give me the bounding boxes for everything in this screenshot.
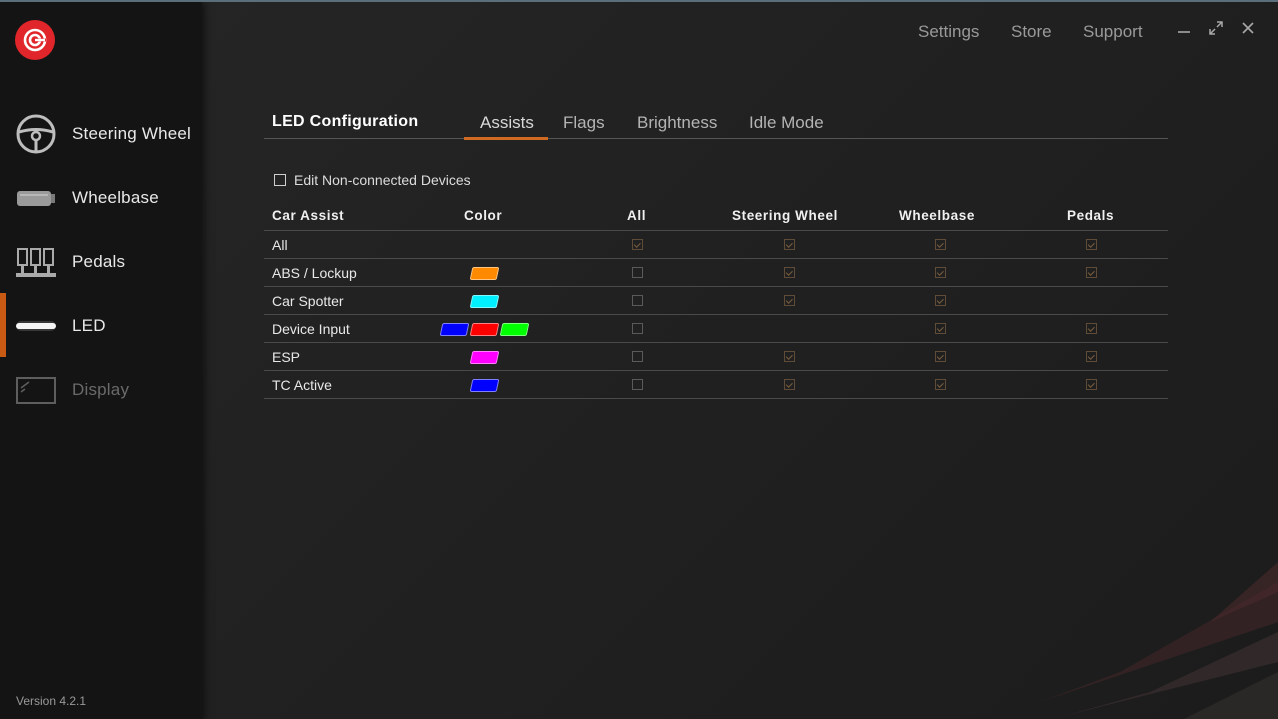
color-swatch[interactable] xyxy=(499,323,530,336)
table-row: Device Input xyxy=(264,315,1168,343)
checkbox-steering-wheel[interactable] xyxy=(784,295,795,306)
assist-name: ABS / Lockup xyxy=(272,265,357,281)
checkbox-pedals[interactable] xyxy=(1086,379,1097,390)
column-header-color: Color xyxy=(464,208,503,223)
assist-name: Car Spotter xyxy=(272,293,344,309)
close-icon xyxy=(1242,22,1254,34)
maximize-button[interactable] xyxy=(1206,18,1226,38)
checkbox-all[interactable] xyxy=(632,351,643,362)
background-stripes-decoration xyxy=(1040,562,1278,719)
checkbox-pedals[interactable] xyxy=(1086,239,1097,250)
color-swatch[interactable] xyxy=(469,351,500,364)
tab-idle-mode[interactable]: Idle Mode xyxy=(749,113,824,133)
sidebar-item-label: Steering Wheel xyxy=(72,124,192,143)
column-header-car-assist: Car Assist xyxy=(272,208,345,223)
sidebar-item-led[interactable]: LED xyxy=(0,293,202,357)
edit-noncon-devices-checkbox[interactable] xyxy=(274,174,286,186)
checkbox-pedals[interactable] xyxy=(1086,267,1097,278)
column-header-pedals: Pedals xyxy=(1067,208,1115,223)
brand-logo-icon[interactable] xyxy=(15,20,55,60)
display-icon xyxy=(15,369,57,411)
checkbox-wheelbase[interactable] xyxy=(935,351,946,362)
edit-noncon-devices-option[interactable]: Edit Non-connected Devices xyxy=(274,172,471,188)
panel-title: LED Configuration xyxy=(272,113,419,130)
color-swatch[interactable] xyxy=(469,295,500,308)
edit-noncon-devices-label: Edit Non-connected Devices xyxy=(294,172,471,188)
store-link[interactable]: Store xyxy=(1011,22,1052,42)
checkbox-all[interactable] xyxy=(632,295,643,306)
checkbox-pedals[interactable] xyxy=(1086,323,1097,334)
sidebar-item-steering-wheel[interactable]: Steering Wheel xyxy=(0,104,202,164)
active-tab-underline xyxy=(464,137,548,140)
checkbox-pedals[interactable] xyxy=(1086,351,1097,362)
steering-wheel-icon xyxy=(15,113,57,155)
sidebar-item-label: Pedals xyxy=(72,252,126,271)
version-text: Version 4.2.1 xyxy=(16,694,87,708)
sidebar: Steering Wheel Wheelbase Pedals LED Disp… xyxy=(0,2,202,719)
column-header-all: All xyxy=(627,208,647,223)
checkbox-steering-wheel[interactable] xyxy=(784,267,795,278)
minimize-button[interactable] xyxy=(1174,18,1194,38)
table-row: All xyxy=(264,231,1168,259)
maximize-icon xyxy=(1209,21,1223,35)
checkbox-steering-wheel[interactable] xyxy=(784,379,795,390)
color-swatch[interactable] xyxy=(469,379,500,392)
table-row: ESP xyxy=(264,343,1168,371)
sidebar-item-pedals[interactable]: Pedals xyxy=(0,232,202,292)
checkbox-steering-wheel[interactable] xyxy=(784,351,795,362)
checkbox-wheelbase[interactable] xyxy=(935,323,946,334)
wheelbase-icon xyxy=(15,177,57,219)
tab-flags[interactable]: Flags xyxy=(563,113,605,133)
sidebar-item-display[interactable]: Display xyxy=(0,360,202,420)
checkbox-wheelbase[interactable] xyxy=(935,239,946,250)
led-icon xyxy=(15,305,57,347)
sidebar-item-label: Wheelbase xyxy=(72,188,159,207)
checkbox-wheelbase[interactable] xyxy=(935,295,946,306)
color-swatch[interactable] xyxy=(469,267,500,280)
sidebar-item-label: Display xyxy=(72,380,130,399)
color-swatch[interactable] xyxy=(439,323,470,336)
settings-link[interactable]: Settings xyxy=(918,22,979,42)
column-header-wheelbase: Wheelbase xyxy=(899,208,975,223)
sidebar-item-label: LED xyxy=(72,316,106,335)
tab-assists[interactable]: Assists xyxy=(480,113,534,133)
active-indicator xyxy=(0,293,6,357)
sidebar-item-wheelbase[interactable]: Wheelbase xyxy=(0,168,202,228)
table-row: ABS / Lockup xyxy=(264,259,1168,287)
assist-name: Device Input xyxy=(272,321,350,337)
pedals-icon xyxy=(15,241,57,283)
checkbox-wheelbase[interactable] xyxy=(935,379,946,390)
checkbox-steering-wheel[interactable] xyxy=(784,239,795,250)
checkbox-wheelbase[interactable] xyxy=(935,267,946,278)
checkbox-all[interactable] xyxy=(632,239,643,250)
color-swatch[interactable] xyxy=(469,323,500,336)
minimize-icon xyxy=(1178,31,1190,33)
assist-name: ESP xyxy=(272,349,301,365)
assist-name: TC Active xyxy=(272,377,332,393)
support-link[interactable]: Support xyxy=(1083,22,1143,42)
checkbox-all[interactable] xyxy=(632,379,643,390)
close-button[interactable] xyxy=(1238,18,1258,38)
app-window: Steering Wheel Wheelbase Pedals LED Disp… xyxy=(0,0,1278,719)
tabs-divider xyxy=(264,138,1168,139)
checkbox-all[interactable] xyxy=(632,267,643,278)
table-row: TC Active xyxy=(264,371,1168,399)
assist-name: All xyxy=(272,237,288,253)
table-row: Car Spotter xyxy=(264,287,1168,315)
column-header-steering-wheel: Steering Wheel xyxy=(732,208,838,223)
tab-brightness[interactable]: Brightness xyxy=(637,113,717,133)
checkbox-all[interactable] xyxy=(632,323,643,334)
